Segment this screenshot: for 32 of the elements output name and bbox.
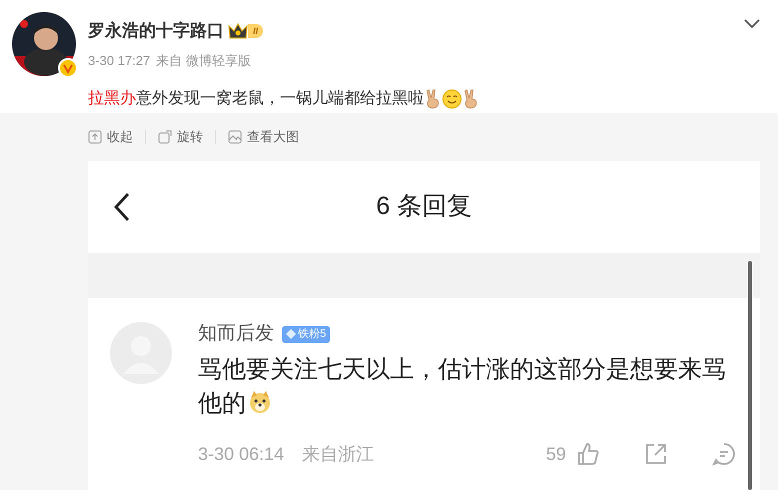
- share-icon[interactable]: [644, 442, 668, 466]
- comment-icon[interactable]: [712, 442, 736, 466]
- comment-time: 3-30 06:14: [198, 442, 284, 466]
- fan-badge: 铁粉5: [282, 326, 330, 343]
- like-count: 59: [546, 442, 566, 466]
- back-icon[interactable]: [114, 192, 130, 222]
- page-title: 6 条回复: [376, 191, 472, 222]
- smiley-icon: [442, 89, 462, 109]
- chevron-down-icon[interactable]: [744, 19, 760, 29]
- author-name[interactable]: 罗永浩的十字路口: [88, 18, 224, 44]
- post-text: 拉黑办意外发现一窝老鼠，一锅儿端都给拉黑啦: [88, 88, 424, 109]
- victory-hand-icon: [424, 89, 442, 109]
- post-time: 3-30 17:27: [88, 52, 150, 70]
- commenter-name[interactable]: 知而后发: [198, 320, 274, 348]
- victory-hand-icon: [462, 89, 480, 109]
- level-badge: II: [248, 24, 264, 38]
- scrollbar[interactable]: [748, 261, 752, 490]
- dog-emoji-icon: [248, 390, 272, 414]
- toolbar-button[interactable]: 旋转: [158, 127, 203, 147]
- toolbar-button[interactable]: 查看大图: [228, 127, 299, 147]
- diamond-icon: [286, 329, 296, 340]
- verified-badge-icon: [58, 58, 78, 78]
- collapse-icon: [88, 130, 102, 144]
- post-source: 来自 微博轻享版: [156, 52, 251, 70]
- comment-location: 来自浙江: [302, 442, 374, 466]
- comment-text: 骂他要关注七天以上，估计涨的这部分是想要来骂他的: [198, 354, 727, 418]
- thumbs-up-icon[interactable]: [576, 442, 600, 466]
- image-icon: [228, 130, 242, 144]
- rotate-icon: [158, 130, 172, 144]
- toolbar-button[interactable]: 收起: [88, 127, 133, 147]
- crown-icon: [228, 22, 248, 40]
- topic-link[interactable]: 拉黑办: [88, 90, 136, 107]
